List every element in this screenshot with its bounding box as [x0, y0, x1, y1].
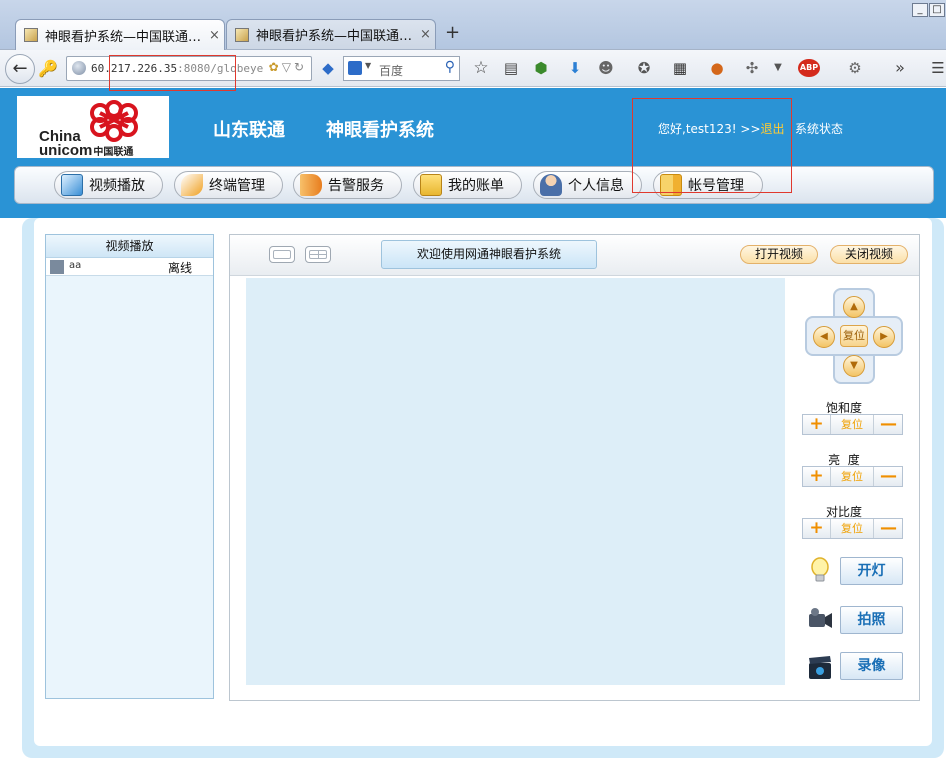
site-identity-key-icon[interactable]: 🔑	[38, 59, 58, 78]
contrast-reset-button[interactable]: 复位	[831, 519, 874, 538]
device-panel-title: 视频播放	[46, 235, 213, 258]
light-bulb-icon	[811, 557, 829, 582]
smiley-addon-icon[interactable]: ☻	[596, 59, 616, 77]
page-root: { "browser": { "tabs": [ {"title": "神眼看护…	[0, 0, 946, 769]
search-placeholder: 百度	[379, 64, 404, 78]
menu-terminal-management[interactable]: 终端管理	[174, 171, 283, 199]
contrast-plus-button[interactable]: +	[803, 519, 831, 538]
china-unicom-logo: China unicom 中国联通	[17, 96, 169, 158]
menu-my-bill[interactable]: 我的账单	[413, 171, 522, 199]
tab-close-icon[interactable]: ×	[412, 27, 431, 42]
tab-title: 神眼看护系统—中国联通…	[256, 29, 413, 44]
qr-code-icon[interactable]: ▦	[670, 59, 690, 77]
palette-addon-icon[interactable]: ✪	[634, 59, 654, 77]
reading-list-icon[interactable]: ▤	[501, 59, 521, 77]
user-profile-icon	[540, 174, 562, 196]
bill-box-icon	[420, 174, 442, 196]
ptz-right-button[interactable]: ▶	[873, 326, 895, 348]
logo-english-text: China unicom 中国联通	[39, 128, 134, 159]
tab-favicon-icon	[24, 28, 38, 42]
ptz-control: ▲ ▼ ◀ ▶ 复位	[805, 288, 903, 384]
gear-addon-icon[interactable]: ⚙	[845, 59, 865, 77]
new-tab-button[interactable]: +	[445, 22, 460, 43]
brightness-plus-button[interactable]: +	[803, 467, 831, 486]
baidu-engine-icon	[348, 61, 362, 75]
tab-close-icon[interactable]: ×	[201, 28, 220, 43]
ptz-down-button[interactable]: ▼	[843, 355, 865, 377]
highlight-box-url	[109, 55, 236, 91]
device-name: aa	[69, 260, 82, 271]
tab-active[interactable]: 神眼看护系统—中国联通… ×	[15, 19, 225, 50]
quad-screen-layout-icon[interactable]	[305, 246, 331, 263]
menu-label: 终端管理	[209, 178, 265, 194]
brightness-reset-button[interactable]: 复位	[831, 467, 874, 486]
overflow-chevron-icon[interactable]: »	[890, 59, 910, 77]
saturation-minus-button[interactable]: —	[874, 415, 903, 434]
ptz-left-button[interactable]: ◀	[813, 326, 835, 348]
reload-icon: ↻	[293, 60, 307, 74]
window-maximize-button[interactable]: □	[929, 3, 945, 17]
welcome-banner: 欢迎使用网通神眼看护系统	[381, 240, 597, 269]
menu-alarm-service[interactable]: 告警服务	[293, 171, 402, 199]
bookmark-star-icon[interactable]: ☆	[471, 59, 491, 77]
adblock-plus-icon[interactable]: ABP	[798, 59, 820, 77]
ptz-reset-button[interactable]: 复位	[840, 325, 868, 347]
system-status-link[interactable]: 系统状态	[795, 120, 843, 137]
addon-url-icon: ✿	[268, 60, 282, 74]
video-viewport[interactable]	[246, 278, 785, 685]
open-video-button[interactable]: 打开视频	[740, 245, 818, 264]
single-screen-layout-icon[interactable]	[269, 246, 295, 263]
menu-video-play[interactable]: 视频播放	[54, 171, 163, 199]
highlight-box-user	[632, 98, 792, 193]
light-on-button[interactable]: 开灯	[840, 557, 903, 585]
device-row[interactable]: aa 离线	[46, 258, 213, 276]
saturation-control: + 复位 —	[802, 414, 903, 435]
search-engine-icon[interactable]: ◆	[318, 59, 338, 77]
megaphone-icon	[300, 174, 322, 196]
globe-icon	[72, 61, 86, 75]
search-go-icon[interactable]: ⚲	[445, 59, 455, 75]
download-arrow-icon[interactable]: ⬇	[565, 59, 585, 77]
toolbar-dropdown-icon[interactable]: ▼	[768, 59, 788, 77]
logo-chinese-text: 中国联通	[93, 147, 134, 158]
tools-addon-icon[interactable]: ✣	[742, 59, 762, 77]
snapshot-button[interactable]: 拍照	[840, 606, 903, 634]
tab-title: 神眼看护系统—中国联通…	[45, 29, 202, 45]
search-box[interactable]: ▼ 百度 ⚲	[343, 56, 460, 81]
fox-addon-icon[interactable]: ●	[707, 59, 727, 77]
saturation-plus-button[interactable]: +	[803, 415, 831, 434]
film-clapper-icon	[809, 656, 831, 679]
contrast-control: + 复位 —	[802, 518, 903, 539]
menu-label: 视频播放	[89, 178, 145, 194]
tab-inactive[interactable]: 神眼看护系统—中国联通… ×	[226, 19, 436, 49]
video-play-icon	[61, 174, 83, 196]
ptz-up-button[interactable]: ▲	[843, 296, 865, 318]
brightness-control: + 复位 —	[802, 466, 903, 487]
menu-label: 我的账单	[448, 178, 504, 194]
close-video-button[interactable]: 关闭视频	[830, 245, 908, 264]
device-status: 离线	[168, 261, 193, 275]
camera-device-icon	[50, 260, 64, 274]
menu-label: 个人信息	[568, 178, 624, 194]
url-bar-icons[interactable]: ✿▽↻	[269, 60, 307, 74]
wrench-icon	[181, 174, 203, 196]
brightness-minus-button[interactable]: —	[874, 467, 903, 486]
contrast-minus-button[interactable]: —	[874, 519, 903, 538]
tab-favicon-icon	[235, 27, 249, 42]
saturation-reset-button[interactable]: 复位	[831, 415, 874, 434]
menu-label: 告警服务	[328, 178, 384, 194]
menu-personal-info[interactable]: 个人信息	[533, 171, 642, 199]
shield-addon-icon[interactable]: ⬢	[531, 59, 551, 77]
engine-dropdown-icon[interactable]: ▼	[365, 61, 371, 70]
window-minimize-button[interactable]: _	[912, 3, 928, 17]
back-button[interactable]: ←	[5, 54, 35, 84]
device-list-panel: 视频播放 aa 离线	[45, 234, 214, 699]
region-title: 山东联通	[213, 120, 285, 141]
system-title: 神眼看护系统	[326, 120, 434, 141]
hamburger-menu-icon[interactable]: ☰	[928, 59, 946, 77]
camera-icon	[809, 608, 832, 628]
dropdown-arrow-icon: ▽	[281, 60, 294, 74]
record-button[interactable]: 录像	[840, 652, 903, 680]
